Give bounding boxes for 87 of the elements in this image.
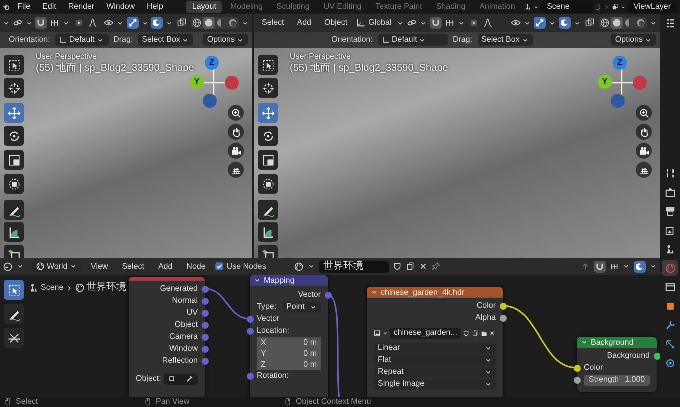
options-dropdown[interactable]: Options	[611, 34, 656, 46]
socket-label: Color	[476, 301, 496, 311]
menu-item[interactable]: Render	[63, 2, 100, 12]
workspace-tab[interactable]: Modeling	[224, 1, 269, 13]
menu-item[interactable]: Select	[117, 262, 150, 272]
socket-label: Color	[584, 363, 604, 373]
status-hint: Select	[16, 397, 38, 407]
menu-item[interactable]: Help	[142, 2, 168, 12]
viewport-info-text: (55) 地面 | sp_Bldg2_33590_Shape	[36, 63, 194, 75]
drag-dropdown[interactable]: Select Box	[138, 34, 194, 46]
field-label: Object:	[136, 374, 162, 384]
breadcrumb-item: 世界环境	[86, 282, 127, 294]
dropdown[interactable]: Linear	[374, 342, 496, 354]
node-title: Background	[591, 338, 634, 348]
vector-component-field[interactable]: Z 0 m	[257, 359, 321, 370]
dropdown[interactable]: Flat	[374, 354, 496, 366]
workspace-tab[interactable]: Animation	[474, 1, 522, 13]
socket-label: Reflection	[162, 356, 198, 366]
field-value: 1.000	[625, 375, 646, 385]
options-dropdown[interactable]: Options	[203, 34, 248, 46]
socket-label: Object	[174, 320, 198, 330]
field-label: Type:	[257, 302, 277, 312]
status-hint: Pan View	[156, 397, 190, 407]
socket-label: Vector	[257, 314, 280, 324]
menu-item[interactable]: File	[12, 2, 36, 12]
vector-component-field[interactable]: X 0 m	[257, 337, 321, 348]
axis-handle[interactable]: Z	[205, 56, 219, 70]
socket-label: Rotation:	[257, 371, 290, 381]
dropdown[interactable]: Single Image	[374, 378, 496, 390]
menu-item[interactable]: Window	[102, 2, 140, 12]
axis-handle[interactable]: Z	[613, 56, 627, 70]
socket-label: Camera	[170, 332, 198, 342]
socket-label: Alpha	[476, 313, 496, 323]
field-value: 0 m	[304, 338, 317, 348]
menu-item[interactable]: Select	[257, 18, 290, 28]
field-label: Orientation:	[9, 35, 50, 45]
menu-item[interactable]: Add	[153, 262, 178, 272]
field-label: Strength	[588, 375, 620, 385]
workspace-tab[interactable]: Layout	[186, 1, 222, 13]
field-label: X	[261, 338, 266, 348]
dropdown[interactable]: Repeat	[374, 366, 496, 378]
workspace-tab[interactable]: Texture Paint	[370, 1, 428, 13]
vector-component-field[interactable]: Y 0 m	[257, 348, 321, 359]
menu-item[interactable]: Add	[292, 18, 316, 28]
socket-label: Window	[170, 344, 198, 354]
shader-type-dropdown[interactable]: World	[32, 260, 82, 272]
field-label: Drag:	[452, 35, 473, 45]
socket-label: Background	[607, 351, 650, 361]
field-label: Y	[261, 348, 266, 358]
axis-handle[interactable]: Y	[598, 75, 612, 89]
orientation-dropdown[interactable]: Global	[368, 18, 394, 28]
field-label: Drag:	[114, 35, 134, 45]
view-layer-field[interactable]: ViewLayer	[628, 1, 678, 13]
socket-label: Vector	[298, 290, 321, 300]
workspace-tab[interactable]: Sculpting	[270, 1, 316, 13]
workspace-tab[interactable]: Shading	[430, 1, 472, 13]
viewport-info-text: (55) 地面 | sp_Bldg2_33590_Shape	[290, 63, 448, 75]
status-hint: Object Context Menu	[296, 397, 372, 407]
image-name-field[interactable]: chinese_garden...	[390, 328, 462, 338]
orientation-dropdown[interactable]: Default	[378, 34, 448, 46]
socket-label: Generated	[160, 284, 198, 294]
socket-label: Normal	[172, 296, 198, 306]
menu-item[interactable]: View	[86, 262, 114, 272]
menu-item[interactable]: Node	[182, 262, 211, 272]
field-value: 0 m	[304, 348, 317, 358]
socket-label: Location:	[257, 326, 290, 336]
menu-item[interactable]: Edit	[38, 2, 62, 12]
socket-label: UV	[186, 308, 198, 318]
node-title: Mapping	[264, 276, 295, 286]
breadcrumb-item: Scene	[41, 283, 64, 293]
node-card[interactable]: Background Background Color Strength 1.000	[577, 337, 657, 392]
dropdown[interactable]: Point	[282, 302, 321, 312]
workspace-tab[interactable]: UV Editing	[318, 1, 368, 13]
menu-item[interactable]: Object	[319, 18, 353, 28]
orientation-dropdown[interactable]: Default	[55, 34, 109, 46]
field-label: Z	[261, 360, 266, 370]
strength-field[interactable]: Strength 1.000	[584, 374, 650, 386]
node-title: chinese_garden_4k.hdr	[381, 288, 465, 298]
field-label: Orientation:	[332, 35, 373, 45]
viewport-info-text: User Perspective	[290, 52, 351, 62]
scene-field[interactable]: Scene	[541, 1, 594, 13]
axis-handle[interactable]: Y	[190, 75, 204, 89]
use-nodes-checkbox[interactable]: Use Nodes	[214, 262, 266, 272]
viewport-info-text: User Perspective	[36, 52, 97, 62]
drag-dropdown[interactable]: Select Box	[478, 34, 533, 46]
world-name-field[interactable]: 世界环境	[319, 260, 390, 272]
field-value: 0 m	[304, 360, 317, 370]
